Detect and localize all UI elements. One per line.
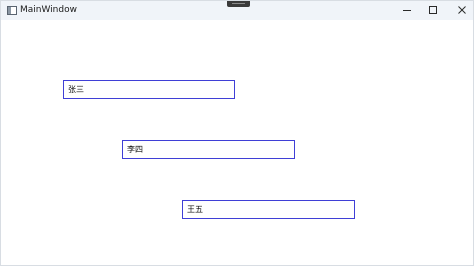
name-textbox-1[interactable]: 张三: [63, 80, 235, 99]
app-window-icon: [7, 6, 17, 15]
minimize-icon: [403, 10, 411, 11]
close-button[interactable]: [447, 1, 474, 20]
minimize-button[interactable]: [391, 1, 421, 20]
maximize-icon: [429, 6, 437, 14]
drag-handle[interactable]: [227, 1, 250, 7]
name-textbox-3[interactable]: 王五: [182, 200, 355, 219]
title-bar[interactable]: MainWindow: [1, 1, 473, 20]
name-textbox-2[interactable]: 李四: [122, 140, 295, 159]
main-window: MainWindow 张三 李四 王五: [0, 0, 474, 266]
close-icon: [458, 6, 466, 14]
maximize-button[interactable]: [419, 1, 449, 20]
window-title: MainWindow: [20, 5, 77, 15]
